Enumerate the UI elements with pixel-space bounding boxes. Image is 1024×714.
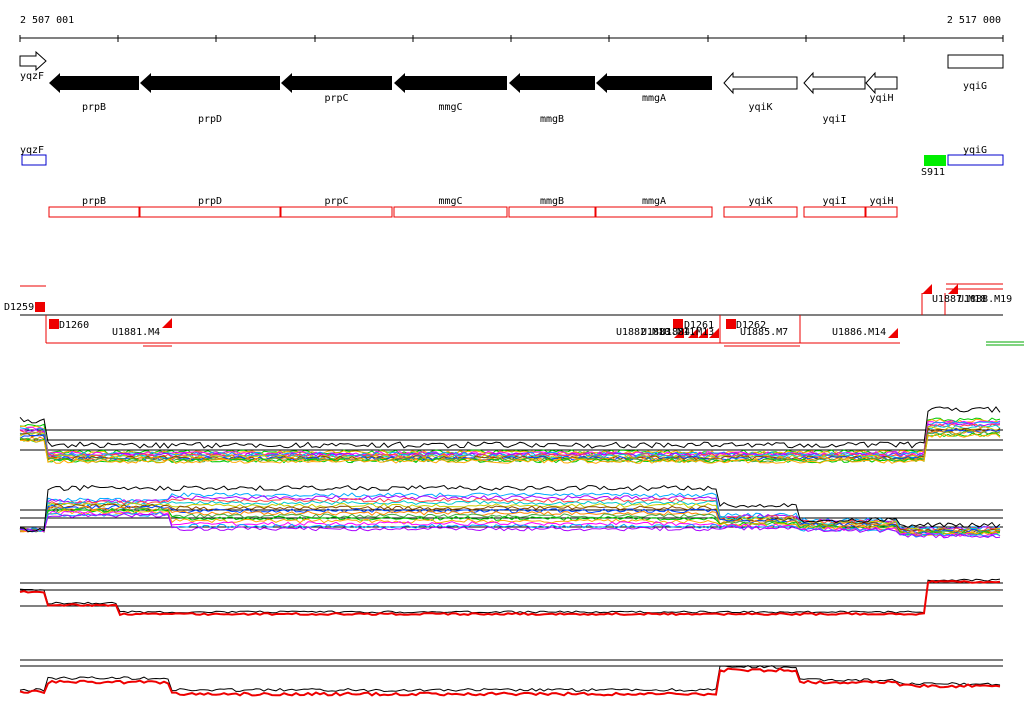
- expression-trace: [19, 406, 1001, 449]
- gene-label: mmgB: [540, 114, 564, 125]
- open-arrow-icon: [19, 50, 47, 72]
- green-feature-box: [924, 155, 946, 166]
- expression-trace: [19, 417, 1001, 455]
- axis-start-label: 2 507 001: [20, 15, 74, 26]
- expression-trace: [19, 667, 1001, 697]
- red-feature-label: mmgB: [540, 196, 564, 207]
- red-marker: [35, 302, 45, 312]
- gene-label: mmgC: [438, 102, 462, 113]
- filled-arrow-icon: [140, 73, 280, 93]
- open-arrow-icon: [947, 54, 1004, 69]
- red-feature-label: prpD: [198, 196, 222, 207]
- red-flag-icon: [922, 284, 932, 294]
- gene-label: prpD: [198, 114, 222, 125]
- red-feature-label: prpB: [82, 196, 106, 207]
- red-marker: [49, 319, 59, 329]
- red-feature-label: mmgA: [642, 196, 666, 207]
- red-feature-box: [393, 206, 508, 218]
- gene-track: prpB prpD prpC mmgC mmgB mmgA yqzF yqiK yqiI yqiH…: [19, 50, 1004, 125]
- red-feature-box: [139, 206, 281, 218]
- expression-trace: [19, 418, 1001, 456]
- red-feature-label: yqiH: [869, 196, 893, 207]
- red-feature-box: [48, 206, 140, 218]
- segment-label: D1261: [684, 320, 714, 331]
- green-feature-label: S911: [921, 167, 945, 178]
- expression-trace: [19, 578, 1001, 614]
- segment-label: U1885.M7: [740, 327, 788, 338]
- red-feature-label: mmgC: [438, 196, 462, 207]
- segment-label: D1259: [4, 302, 34, 313]
- blue-feature-box: [21, 154, 47, 166]
- red-feature-box: [280, 206, 393, 218]
- blue-feature-box: [947, 154, 1004, 166]
- feature-label: yqzF: [20, 145, 44, 156]
- gene-label: yqiG: [963, 81, 987, 92]
- red-feature-label: prpC: [324, 196, 348, 207]
- gene-label: yqiH: [869, 93, 893, 104]
- gene-label: yqiI: [822, 114, 846, 125]
- gene-label: prpB: [82, 102, 106, 113]
- filled-arrow-icon: [509, 73, 595, 93]
- segment-track: D1259U1887.M18U1888.M19D1260U1881.M4 U188…: [4, 283, 1024, 347]
- feature-label: yqiG: [963, 145, 987, 156]
- segment-label: U1886.M14: [832, 327, 886, 338]
- red-feature-box: [723, 206, 798, 218]
- red-feature-label: yqiK: [748, 196, 772, 207]
- gene-label: yqiK: [748, 102, 772, 113]
- gene-label: prpC: [324, 93, 348, 104]
- genome-browser-view: 2 507 001 2 517 000 prpB prpD prpC mmgC mmgB…: [4, 15, 1024, 697]
- red-marker: [726, 319, 736, 329]
- filled-arrow-icon: [281, 73, 392, 93]
- red-feature-box: [508, 206, 596, 218]
- red-feature-box: [865, 206, 898, 218]
- red-feature-box: [595, 206, 713, 218]
- axis-end-label: 2 517 000: [947, 15, 1001, 26]
- red-flag-icon: [162, 318, 172, 328]
- filled-arrow-icon: [49, 73, 139, 93]
- red-flag-icon: [888, 328, 898, 338]
- red-feature-label: yqiI: [822, 196, 846, 207]
- segment-label: D1260: [59, 320, 89, 331]
- coordinate-axis: 2 507 001 2 517 000: [19, 15, 1004, 42]
- open-arrow-icon: [803, 71, 866, 95]
- gene-label: mmgA: [642, 93, 666, 104]
- feature-track: yqzF yqiG S911: [20, 145, 1004, 178]
- red-feature-track: prpB prpD prpC mmgC mmgB mmgA yqiK yqiI yqiH: [48, 196, 898, 218]
- gene-label: yqzF: [20, 71, 44, 82]
- expression-panels: [19, 406, 1003, 697]
- expression-trace: [19, 664, 1001, 693]
- filled-arrow-icon: [394, 73, 507, 93]
- filled-arrow-icon: [596, 73, 712, 93]
- segment-label: U1881.M4: [112, 327, 160, 338]
- red-feature-box: [803, 206, 866, 218]
- segment-label: U1888.M19: [958, 294, 1012, 305]
- open-arrow-icon: [865, 71, 898, 95]
- open-arrow-icon: [723, 71, 798, 95]
- expression-trace: [19, 579, 1001, 617]
